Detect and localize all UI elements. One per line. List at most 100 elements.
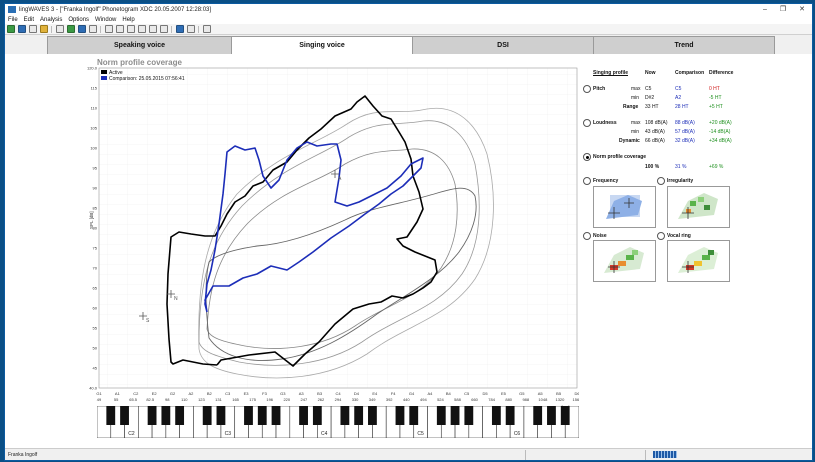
menu-help[interactable]: Help (119, 17, 137, 23)
black-key[interactable] (299, 406, 308, 425)
close-button[interactable]: ✕ (794, 4, 810, 15)
menu-edit[interactable]: Edit (21, 17, 37, 23)
menu-analysis[interactable]: Analysis (37, 17, 65, 23)
black-key[interactable] (354, 406, 364, 425)
frequency-thumbnail[interactable] (593, 186, 656, 228)
radio-irregularity[interactable] (657, 177, 665, 185)
phonetogram-chart[interactable]: 120.011511010510095908580757065605550454… (87, 64, 579, 414)
x-freq-label: 1048 (538, 397, 548, 402)
radio-norm-coverage[interactable] (583, 153, 591, 161)
help-icon[interactable] (202, 25, 211, 33)
zoom-in-icon[interactable] (104, 25, 113, 33)
window-title: lingWAVES 3 - ["Franka Ingolf" Phonetogr… (19, 6, 212, 13)
radio-frequency[interactable] (583, 177, 591, 185)
black-key[interactable] (368, 406, 377, 425)
tab-singing-voice[interactable]: Singing voice (231, 36, 413, 56)
black-key[interactable] (547, 406, 556, 425)
zoom-out-icon[interactable] (115, 25, 124, 33)
zoom-fit-icon[interactable] (126, 25, 135, 33)
coverage-diff: +69 % (709, 164, 724, 170)
coverage-comparison: 31 % (675, 164, 687, 170)
black-key[interactable] (216, 406, 226, 425)
irregularity-thumbnail[interactable] (667, 186, 730, 228)
menu-window[interactable]: Window (92, 17, 119, 23)
black-key[interactable] (106, 406, 116, 425)
new-icon[interactable] (6, 25, 15, 33)
black-key[interactable] (271, 406, 281, 425)
x-note-label: A5 (538, 391, 544, 396)
tab-trend[interactable]: Trend (593, 36, 775, 55)
record-icon[interactable] (66, 25, 75, 33)
x-note-label: C4 (335, 391, 341, 396)
minimize-button[interactable]: – (757, 4, 773, 15)
black-key[interactable] (312, 406, 322, 425)
y-tick-label: 115 (91, 86, 98, 91)
y-tick-label: 90 (93, 186, 98, 191)
settings-icon[interactable] (186, 25, 195, 33)
black-key[interactable] (395, 406, 405, 425)
x-freq-label: 440 (403, 397, 410, 402)
black-key[interactable] (340, 406, 350, 425)
menu-options[interactable]: Options (65, 17, 92, 23)
black-key[interactable] (560, 406, 570, 425)
radio-vocal-ring[interactable] (657, 232, 665, 240)
black-key[interactable] (450, 406, 460, 425)
analysis-icon[interactable] (175, 25, 184, 33)
pitch-min-label: min (631, 95, 640, 101)
folder-icon[interactable] (39, 25, 48, 33)
col-difference: Difference (709, 70, 734, 76)
tab-dsi[interactable]: DSI (412, 36, 594, 55)
toolbar-separator (171, 25, 172, 33)
x-freq-label: 220 (283, 397, 290, 402)
noise-label: Noise (593, 233, 607, 239)
edit-icon[interactable] (55, 25, 64, 33)
pitch-range-diff: +5 HT (709, 104, 723, 110)
black-key[interactable] (175, 406, 185, 425)
black-key[interactable] (505, 406, 515, 425)
tab-speaking-voice[interactable]: Speaking voice (47, 36, 232, 55)
noise-thumbnail[interactable] (593, 240, 656, 282)
black-key[interactable] (409, 406, 419, 425)
radio-pitch[interactable] (583, 85, 591, 93)
stop-icon[interactable] (88, 25, 97, 33)
x-note-label: E2 (152, 391, 158, 396)
black-key[interactable] (464, 406, 474, 425)
piano-keyboard[interactable]: C2 C3 C4 C5 C6 (97, 406, 579, 438)
loudness-dynamic-now: 66 dB(A) (645, 138, 665, 144)
legend-active-swatch (101, 70, 107, 74)
black-key[interactable] (491, 406, 501, 425)
black-key[interactable] (147, 406, 157, 425)
x-note-label: A2 (188, 391, 194, 396)
black-key[interactable] (120, 406, 129, 425)
save-icon[interactable] (17, 25, 26, 33)
menu-file[interactable]: File (5, 17, 21, 23)
zoom-reset-icon[interactable] (137, 25, 146, 33)
black-key[interactable] (533, 406, 543, 425)
black-key[interactable] (257, 406, 267, 425)
toolbar-separator (100, 25, 101, 33)
x-note-label: E5 (501, 391, 507, 396)
radio-noise[interactable] (583, 232, 591, 240)
print-icon[interactable] (28, 25, 37, 33)
radio-loudness[interactable] (583, 119, 591, 127)
black-key[interactable] (202, 406, 212, 425)
black-key[interactable] (436, 406, 446, 425)
black-key[interactable] (244, 406, 253, 425)
vocal-ring-thumbnail[interactable] (667, 240, 730, 282)
loudness-max-label: max (631, 120, 641, 126)
pitch-max-diff: 0 HT (709, 86, 720, 92)
black-key[interactable] (161, 406, 171, 425)
pitch-min-now: D#2 (645, 95, 655, 101)
maximize-button[interactable]: ❐ (775, 4, 791, 15)
y-tick-label: 55 (93, 326, 98, 331)
x-note-label: B5 (556, 391, 562, 396)
scroll-left-icon[interactable] (148, 25, 157, 33)
scroll-right-icon[interactable] (159, 25, 168, 33)
col-now: Now (645, 70, 656, 76)
play-icon[interactable] (77, 25, 86, 33)
pitch-max-label: max (631, 86, 641, 92)
frequency-label: Frequency (593, 178, 619, 184)
loudness-label: Loudness (593, 120, 617, 126)
loudness-min-comparison: 57 dB(A) (675, 129, 695, 135)
noise-thumb-graphic (604, 247, 644, 273)
